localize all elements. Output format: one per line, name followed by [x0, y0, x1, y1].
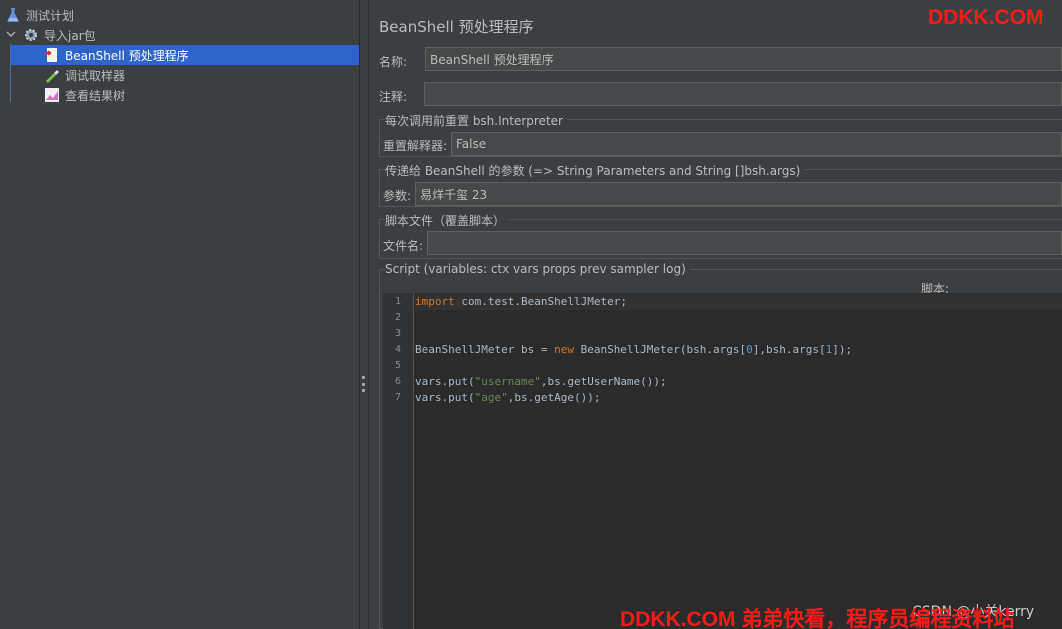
params-section-label: 传递给 BeanShell 的参数 (=> String Parameters …	[385, 164, 801, 178]
line-number: 2	[394, 312, 401, 323]
gear-icon	[23, 27, 39, 43]
code-token: BeanShellJMeter(bsh.args[	[573, 343, 747, 356]
code-line: vars.put("age",bs.getAge());	[415, 390, 600, 406]
chevron-down-icon[interactable]	[5, 28, 17, 43]
line-number: 5	[394, 360, 401, 371]
script-section-label: Script (variables: ctx vars props prev s…	[385, 262, 686, 276]
chart-icon	[44, 87, 60, 103]
line-number: 4	[394, 344, 401, 355]
script-section-title: Script (variables: ctx vars props prev s…	[385, 262, 690, 276]
watermark-bottom: DDKK.COM 弟弟快看，程序员编程资料站	[620, 608, 1015, 629]
pipette-icon	[44, 67, 60, 83]
tree-item-import-jar[interactable]: 导入jar包	[5, 25, 96, 45]
line-number: 1	[394, 296, 401, 307]
tree-item-beanshell-preprocessor[interactable]: BeanShell 预处理程序	[11, 45, 359, 65]
test-plan-tree: 测试计划 导入jar包 BeanShell 预处理程序 调试取样器 查看结果树	[0, 0, 360, 629]
tree-item-label: 调试取样器	[65, 68, 126, 83]
code-token: "username"	[474, 375, 541, 388]
tree-item-label: BeanShell 预处理程序	[65, 48, 189, 63]
line-number-gutter: 1 2 3 4 5 6 7	[383, 293, 414, 629]
file-name-field[interactable]	[427, 231, 1062, 255]
page-title: BeanShell 预处理程序	[379, 18, 534, 36]
tree-item-label: 查看结果树	[65, 88, 126, 103]
tree-item-label: 导入jar包	[44, 28, 96, 43]
flask-icon	[5, 7, 21, 23]
code-token: ,bs.getUserName());	[540, 375, 667, 388]
code-token: vars.put(	[415, 391, 475, 404]
beanshell-preprocessor-panel: BeanShell 预处理程序 名称: BeanShell 预处理程序 注释: …	[370, 0, 1062, 629]
comment-field[interactable]	[424, 82, 1062, 106]
code-token: com.test.BeanShellJMeter;	[454, 295, 627, 308]
reset-section-title: 每次调用前重置 bsh.Interpreter	[385, 112, 567, 129]
code-token: vars.put(	[415, 375, 475, 388]
code-token: BeanShellJMeter bs =	[415, 343, 555, 356]
code-token: ]);	[832, 343, 853, 356]
tree-item-label: 测试计划	[26, 8, 75, 23]
comment-label: 注释:	[379, 90, 408, 104]
reset-interpreter-label: 重置解释器:	[383, 139, 448, 153]
code-line: vars.put("username",bs.getUserName());	[415, 374, 667, 390]
code-token: ],bsh.args[	[752, 343, 826, 356]
code-line: import com.test.BeanShellJMeter;	[415, 294, 627, 310]
code-token: ,bs.getAge());	[507, 391, 601, 404]
file-section-label: 脚本文件（覆盖脚本）	[385, 214, 506, 228]
params-section-title: 传递给 BeanShell 的参数 (=> String Parameters …	[385, 162, 805, 179]
split-pane-divider[interactable]	[360, 0, 369, 629]
parameters-label: 参数:	[383, 189, 412, 203]
name-label: 名称:	[379, 55, 408, 69]
code-line: BeanShellJMeter bs = new BeanShellJMeter…	[415, 342, 852, 358]
tree-item-view-results-tree[interactable]: 查看结果树	[44, 85, 125, 105]
watermark-top: DDKK.COM	[928, 6, 1044, 29]
code-token: "age"	[474, 391, 508, 404]
script-editor[interactable]: 1 2 3 4 5 6 7 import com.test.BeanShellJMeter;…	[383, 293, 1062, 629]
code-token: 0	[746, 343, 753, 356]
name-field[interactable]: BeanShell 预处理程序	[425, 47, 1062, 71]
reset-section-label: 每次调用前重置 bsh.Interpreter	[385, 114, 563, 128]
parameters-field[interactable]: 易烊千玺 23	[415, 182, 1062, 206]
reset-interpreter-select[interactable]: False	[451, 132, 1062, 156]
script-document-icon	[44, 47, 60, 63]
tree-item-debug-sampler[interactable]: 调试取样器	[44, 65, 125, 85]
code-token: new	[554, 343, 574, 356]
code-token: import	[415, 295, 455, 308]
line-number: 7	[394, 392, 401, 403]
line-number: 3	[394, 328, 401, 339]
line-number: 6	[394, 376, 401, 387]
file-section-title: 脚本文件（覆盖脚本）	[385, 212, 510, 229]
file-name-label: 文件名:	[383, 239, 424, 253]
splitter-grip-icon[interactable]	[362, 376, 366, 392]
tree-item-test-plan[interactable]: 测试计划	[5, 5, 74, 25]
